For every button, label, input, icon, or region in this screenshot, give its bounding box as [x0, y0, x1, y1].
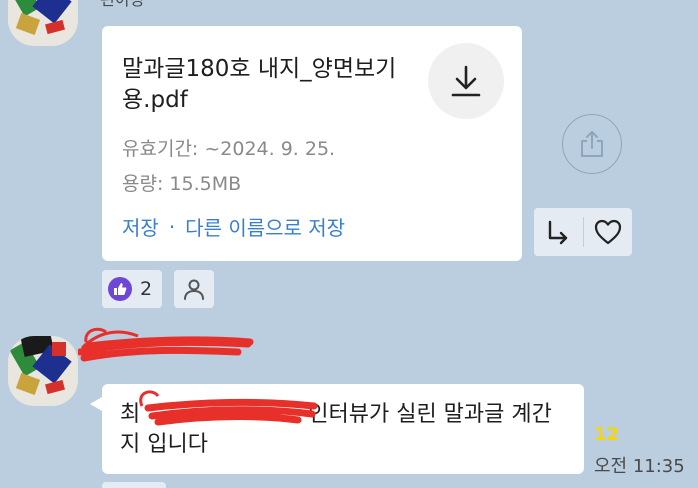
file-message-card[interactable]: 말과글180호 내지_양면보기용.pdf 유효기간: ~2024. 9. 25.…: [102, 26, 522, 261]
share-button[interactable]: [562, 114, 622, 174]
download-button[interactable]: [428, 43, 504, 119]
like-reaction-chip[interactable]: 2: [102, 270, 163, 308]
avatar[interactable]: [8, 336, 78, 406]
reply-button[interactable]: [534, 208, 583, 256]
like-count: 2: [140, 278, 153, 300]
redacted-message-part: [139, 390, 318, 426]
avatar[interactable]: [8, 0, 78, 46]
reaction-chip[interactable]: [102, 482, 166, 488]
like-button[interactable]: [583, 208, 632, 256]
file-name[interactable]: 말과글180호 내지_양면보기용.pdf: [122, 54, 412, 116]
unread-count: 12: [594, 424, 620, 445]
reply-icon: [549, 220, 568, 245]
message-time: 오전 11:35: [594, 456, 685, 477]
thumbs-up-icon: [108, 277, 132, 301]
readers-button[interactable]: [174, 270, 214, 308]
action-separator: ·: [168, 214, 176, 239]
file-size: 용량: 15.5MB: [122, 173, 242, 195]
redacted-sender-name: [78, 327, 254, 362]
heart-icon: [594, 219, 621, 245]
save-link[interactable]: 저장: [122, 212, 159, 241]
file-validity: 유효기간: ~2024. 9. 25.: [122, 138, 336, 160]
sender-name: 편이정: [100, 0, 144, 10]
person-icon: [184, 279, 204, 300]
reply-like-group: [534, 208, 632, 256]
download-icon: [451, 65, 481, 97]
save-as-link[interactable]: 다른 이름으로 저장: [185, 212, 345, 241]
share-icon: [581, 131, 603, 157]
